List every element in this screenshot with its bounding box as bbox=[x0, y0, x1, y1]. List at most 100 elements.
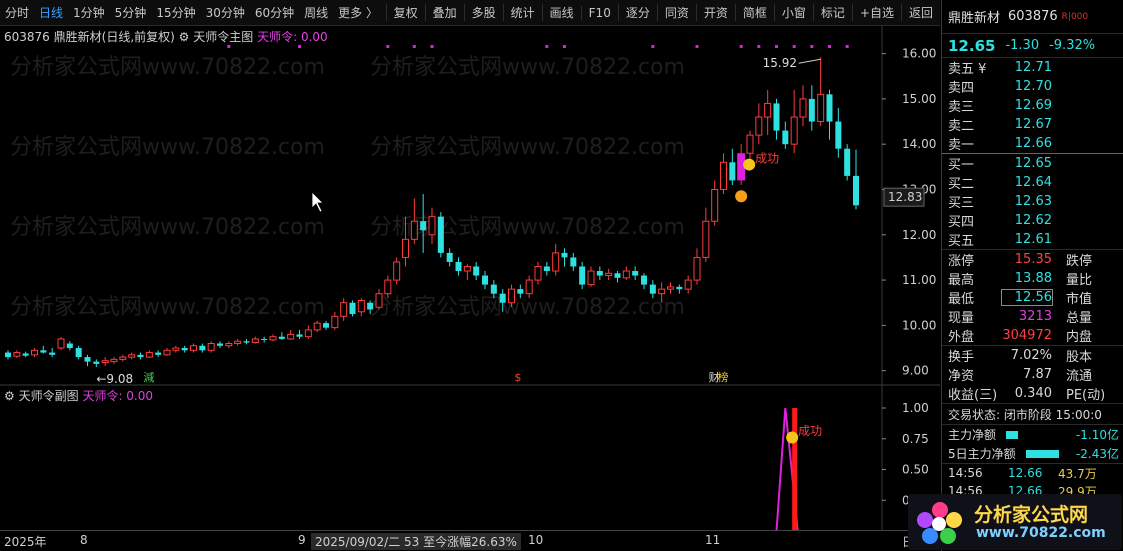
candle-body bbox=[729, 162, 736, 181]
quote-label: PE(动) bbox=[1066, 388, 1106, 403]
period-tab[interactable]: 5分钟 bbox=[110, 4, 152, 21]
candle-body bbox=[482, 275, 488, 285]
candle-body bbox=[428, 216, 436, 236]
quote-label: 买三 bbox=[948, 196, 975, 211]
candle-body bbox=[278, 336, 285, 339]
period-tab[interactable]: 日线 bbox=[34, 4, 68, 21]
sub-indicator-name[interactable]: 天师令副图 bbox=[19, 389, 79, 403]
stock-name[interactable]: 鼎胜新材 bbox=[948, 7, 1000, 26]
toolbar-button[interactable]: 开资 bbox=[695, 4, 735, 21]
toolbar-button[interactable]: 画线 bbox=[541, 4, 581, 21]
period-tab[interactable]: 15分钟 bbox=[151, 4, 200, 21]
toolbar-button[interactable]: 返回 bbox=[900, 4, 940, 21]
candle-body bbox=[207, 342, 215, 351]
trade-state: 交易状态: 闭市阶段 15:00:0 bbox=[948, 407, 1102, 422]
ask-price: 12.69 bbox=[1014, 98, 1052, 113]
quote-row: 买二 12.64 bbox=[942, 173, 1123, 192]
candle-body bbox=[384, 279, 392, 295]
period-tab[interactable]: 分时 bbox=[0, 4, 34, 21]
candle-body bbox=[145, 352, 153, 358]
period-tab[interactable]: 30分钟 bbox=[201, 4, 250, 21]
toolbar-button[interactable]: 标记 bbox=[812, 4, 852, 21]
mouse-cursor-icon bbox=[311, 191, 324, 213]
settings-icon[interactable]: ⚙ bbox=[4, 389, 15, 403]
y-tick-label: 12.00 bbox=[902, 228, 936, 242]
axis-year-label: 2025年 bbox=[4, 535, 47, 549]
watermark-text: 分析家公式网www.70822.com bbox=[10, 215, 325, 240]
quote-label: 卖一 bbox=[948, 138, 975, 153]
quote-label: 卖二 bbox=[948, 119, 975, 134]
current-price-label: 12.83 bbox=[888, 190, 922, 204]
quote-row: 卖一 12.66 bbox=[942, 134, 1123, 153]
candle-body bbox=[119, 356, 127, 360]
event-marker: 減 bbox=[143, 370, 154, 384]
period-tab[interactable]: 周线 bbox=[299, 4, 333, 21]
candle-body bbox=[261, 338, 268, 340]
ask-price: 12.66 bbox=[1014, 136, 1052, 151]
candle-body bbox=[287, 333, 295, 340]
candle-body bbox=[269, 336, 277, 341]
main-indicator-name[interactable]: 天师令主图 bbox=[193, 30, 253, 44]
toolbar-button[interactable]: 同资 bbox=[656, 4, 696, 21]
ask-price: 12.67 bbox=[1014, 117, 1052, 132]
period-toolbar: 分时 日线 1分钟 5分钟 15分钟 30分钟 60分钟 周线 更多 〉复权 叠加 多股 统计 画线 F1… bbox=[0, 0, 940, 26]
y-tick-label: 9.00 bbox=[902, 364, 929, 378]
quote-row: 最高 13.88 量比 bbox=[942, 269, 1123, 288]
toolbar-button[interactable]: 逐分 bbox=[617, 4, 657, 21]
low-price-label: ←9.08 bbox=[96, 372, 133, 386]
quote-label: 外盘 bbox=[948, 330, 975, 345]
quote-label: 股本 bbox=[1066, 350, 1093, 365]
quote-row: 现量 3213 总量 bbox=[942, 307, 1123, 326]
bid-price: 12.61 bbox=[1014, 232, 1052, 247]
candle-body bbox=[243, 341, 250, 343]
quote-label: 涨停 bbox=[948, 254, 975, 269]
candle-body bbox=[93, 361, 100, 364]
quote-label: 内盘 bbox=[1066, 330, 1093, 345]
toolbar-button[interactable]: 叠加 bbox=[424, 4, 464, 21]
y-tick-label: 0.50 bbox=[902, 463, 929, 477]
signal-dot bbox=[810, 45, 814, 48]
toolbar-button[interactable]: 复权 bbox=[385, 4, 425, 21]
toolbar-button[interactable]: 统计 bbox=[502, 4, 542, 21]
quote-label: 净资 bbox=[948, 369, 975, 384]
signal-dot bbox=[651, 45, 655, 48]
stat-value: 7.02% bbox=[1010, 348, 1052, 363]
candle-body bbox=[587, 270, 595, 286]
kline-chart[interactable]: 分析家公式网www.70822.com 分析家公式网www.70822.com 分析… bbox=[0, 26, 940, 530]
candle-body bbox=[579, 266, 586, 285]
toolbar-button[interactable]: 小窗 bbox=[773, 4, 813, 21]
period-tab[interactable]: 更多 〉 bbox=[333, 4, 383, 21]
candle-body bbox=[755, 116, 763, 136]
candle-body bbox=[799, 98, 807, 118]
candle-body bbox=[561, 252, 568, 258]
signal-dot bbox=[845, 45, 849, 48]
toolbar-button[interactable]: 多股 bbox=[463, 4, 503, 21]
candle-body bbox=[658, 288, 666, 295]
quote-label: 量比 bbox=[1066, 273, 1093, 288]
quote-panel: 鼎胜新材 603876 R|000 12.65 -1.30 -9.32% 卖五 … bbox=[941, 0, 1123, 551]
toolbar-button[interactable]: +自选 bbox=[851, 4, 901, 21]
period-tab[interactable]: 1分钟 bbox=[68, 4, 110, 21]
y-tick-label: 1.00 bbox=[902, 401, 929, 415]
event-marker: $ bbox=[514, 371, 521, 384]
quote-label: 买一 bbox=[948, 158, 975, 173]
y-tick-label: 11.00 bbox=[902, 273, 936, 287]
toolbar-button[interactable]: 简框 bbox=[734, 4, 774, 21]
flow-label: 主力净额 bbox=[948, 428, 997, 442]
candle-body bbox=[66, 343, 73, 349]
candle-body bbox=[676, 286, 683, 290]
candle-body bbox=[649, 284, 656, 294]
candle-body bbox=[525, 279, 533, 295]
candle-body bbox=[817, 93, 825, 123]
quote-row: 买五 12.61 bbox=[942, 230, 1123, 249]
quote-label: 换手 bbox=[948, 350, 975, 365]
settings-icon[interactable]: ⚙ bbox=[179, 30, 190, 44]
quote-label: 卖五 ¥ bbox=[948, 62, 987, 77]
period-tab[interactable]: 60分钟 bbox=[250, 4, 299, 21]
toolbar-button[interactable]: F10 bbox=[580, 5, 618, 20]
success-label: 成功 bbox=[798, 424, 822, 438]
stock-tag-badge: R|000 bbox=[1061, 11, 1089, 22]
ask-price: 12.71 bbox=[1014, 60, 1052, 75]
quote-row: 买四 12.62 bbox=[942, 211, 1123, 230]
candle-body bbox=[455, 261, 462, 272]
